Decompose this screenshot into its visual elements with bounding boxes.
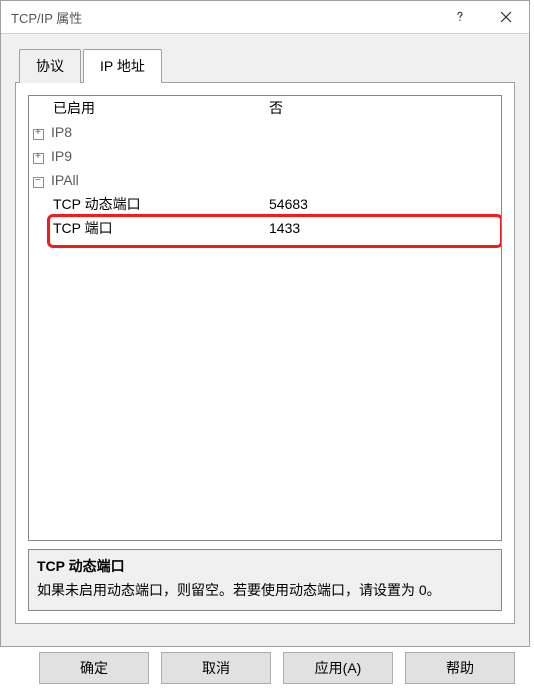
property-row-tcp-dynamic-port[interactable]: TCP 动态端口 54683 [29, 192, 501, 216]
group-name: IP9 [47, 148, 263, 164]
property-name: 已启用 [47, 98, 265, 118]
property-name: TCP 端口 [47, 218, 265, 238]
window-title: TCP/IP 属性 [11, 8, 82, 27]
expand-icon[interactable]: + [29, 124, 47, 140]
property-name: TCP 动态端口 [47, 194, 265, 214]
property-grid-rows[interactable]: 已启用 否 + IP8 + IP9 − I [29, 96, 501, 540]
close-button[interactable] [483, 1, 529, 33]
cancel-button[interactable]: 取消 [161, 652, 271, 684]
group-row-ip8[interactable]: + IP8 [29, 120, 501, 144]
titlebar: TCP/IP 属性 [1, 1, 529, 34]
property-grid: 已启用 否 + IP8 + IP9 − I [28, 95, 502, 541]
property-row-enabled[interactable]: 已启用 否 [29, 96, 501, 120]
description-text: 如果未启用动态端口，则留空。若要使用动态端口，请设置为 0。 [37, 580, 493, 600]
dialog-window: TCP/IP 属性 协议 IP 地址 已启用 [0, 0, 530, 647]
group-name: IP8 [47, 124, 263, 140]
ok-button[interactable]: 确定 [39, 652, 149, 684]
group-row-ipall[interactable]: − IPAll [29, 168, 501, 192]
property-value[interactable]: 否 [265, 98, 501, 118]
help-dialog-button[interactable]: 帮助 [405, 652, 515, 684]
tab-protocol[interactable]: 协议 [19, 49, 81, 83]
dialog-body: 协议 IP 地址 已启用 否 + IP8 + [1, 34, 529, 638]
tab-ip-address[interactable]: IP 地址 [83, 49, 162, 83]
collapse-icon[interactable]: − [29, 172, 47, 188]
apply-button[interactable]: 应用(A) [283, 652, 393, 684]
group-row-ip9[interactable]: + IP9 [29, 144, 501, 168]
help-button[interactable] [437, 1, 483, 33]
description-title: TCP 动态端口 [37, 556, 493, 576]
dialog-buttons: 确定 取消 应用(A) 帮助 [1, 638, 529, 698]
property-value[interactable]: 1433 [265, 220, 501, 236]
group-name: IPAll [47, 172, 263, 188]
property-value[interactable]: 54683 [265, 196, 501, 212]
expand-icon[interactable]: + [29, 148, 47, 164]
tab-panel: 已启用 否 + IP8 + IP9 − I [15, 82, 515, 624]
tabstrip: 协议 IP 地址 [15, 49, 515, 83]
property-row-tcp-port[interactable]: TCP 端口 1433 [29, 216, 501, 240]
description-panel: TCP 动态端口 如果未启用动态端口，则留空。若要使用动态端口，请设置为 0。 [28, 549, 502, 611]
